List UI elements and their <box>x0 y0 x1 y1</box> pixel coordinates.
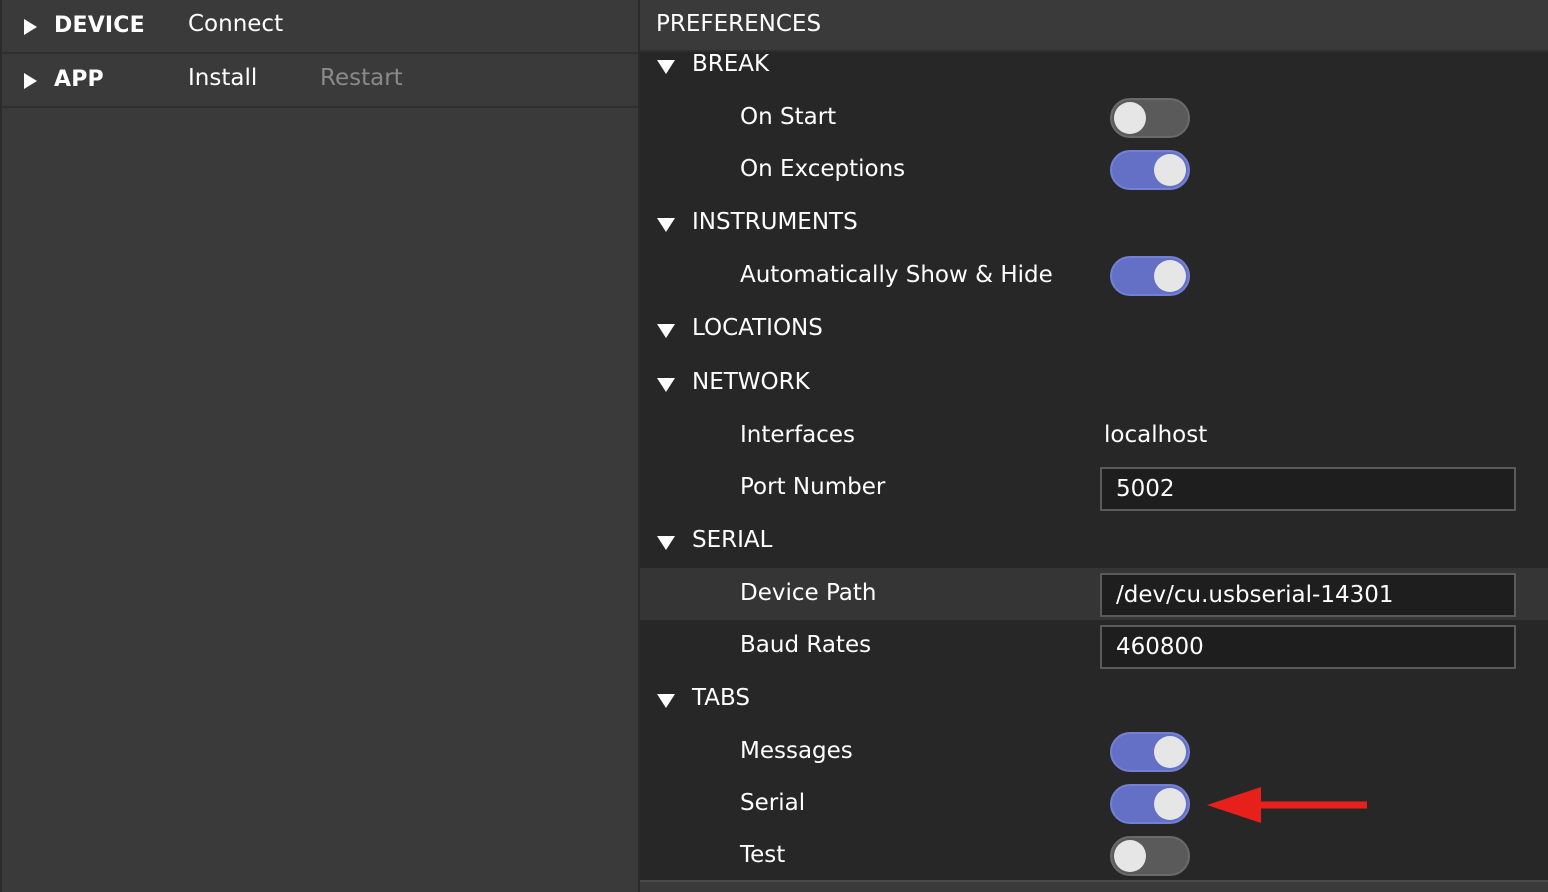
on-start-toggle[interactable] <box>1110 98 1190 138</box>
collapse-arrow-icon[interactable] <box>657 378 675 392</box>
pref-row-on-exceptions: On Exceptions <box>640 144 1548 196</box>
category-break[interactable]: BREAK <box>640 40 1548 92</box>
pref-label: Device Path <box>740 580 877 606</box>
toggle-knob <box>1154 788 1186 820</box>
toggle-knob <box>1114 840 1146 872</box>
pref-label: Port Number <box>740 474 886 500</box>
toggle-knob <box>1154 736 1186 768</box>
collapse-arrow-icon[interactable] <box>657 694 675 708</box>
baud-rates-input[interactable]: 460800 <box>1100 625 1516 669</box>
pref-row-auto-show-hide: Automatically Show & Hide <box>640 250 1548 302</box>
category-label: INSTRUMENTS <box>692 209 858 235</box>
restart-button: Restart <box>320 65 403 91</box>
connect-button[interactable]: Connect <box>188 11 283 37</box>
pref-row-test: Test <box>640 830 1548 882</box>
pref-row-interfaces: Interfaces localhost <box>640 410 1548 462</box>
category-instruments[interactable]: INSTRUMENTS <box>640 198 1548 250</box>
interfaces-value: localhost <box>1104 422 1208 448</box>
category-label: SERIAL <box>692 527 773 553</box>
collapse-arrow-icon[interactable] <box>657 536 675 550</box>
test-tab-toggle[interactable] <box>1110 836 1190 876</box>
auto-show-hide-toggle[interactable] <box>1110 256 1190 296</box>
device-section-label: DEVICE <box>54 13 145 38</box>
app-row[interactable]: APP Install Restart <box>2 54 638 108</box>
category-serial[interactable]: SERIAL <box>640 516 1548 568</box>
pref-label: On Start <box>740 104 837 130</box>
category-label: NETWORK <box>692 369 810 395</box>
category-network[interactable]: NETWORK <box>640 358 1548 410</box>
pref-label: Messages <box>740 738 853 764</box>
preferences-panel: PREFERENCES BREAK On Start On Exceptions… <box>640 0 1548 892</box>
device-row[interactable]: DEVICE Connect <box>2 0 638 54</box>
messages-tab-toggle[interactable] <box>1110 732 1190 772</box>
pref-label: On Exceptions <box>740 156 906 182</box>
device-path-input[interactable]: /dev/cu.usbserial-14301 <box>1100 573 1516 617</box>
serial-tab-toggle[interactable] <box>1110 784 1190 824</box>
expand-arrow-icon[interactable] <box>24 73 37 89</box>
category-tabs[interactable]: TABS <box>640 674 1548 726</box>
bottom-bar <box>640 880 1548 892</box>
category-locations[interactable]: LOCATIONS <box>640 304 1548 356</box>
pref-row-port-number: Port Number 5002 <box>640 462 1548 514</box>
pref-row-messages: Messages <box>640 726 1548 778</box>
port-number-input[interactable]: 5002 <box>1100 467 1516 511</box>
arrow-head <box>1207 787 1261 823</box>
toggle-knob <box>1154 154 1186 186</box>
install-button[interactable]: Install <box>188 65 257 91</box>
collapse-arrow-icon[interactable] <box>657 324 675 338</box>
pref-label: Automatically Show & Hide <box>740 262 1053 288</box>
device-panel: DEVICE Connect APP Install Restart <box>0 0 638 892</box>
pref-row-on-start: On Start <box>640 92 1548 144</box>
on-exceptions-toggle[interactable] <box>1110 150 1190 190</box>
pref-row-baud-rates: Baud Rates 460800 <box>640 620 1548 672</box>
pref-label: Serial <box>740 790 806 816</box>
category-label: TABS <box>692 685 750 711</box>
pref-label: Interfaces <box>740 422 855 448</box>
collapse-arrow-icon[interactable] <box>657 218 675 232</box>
pref-label: Baud Rates <box>740 632 872 658</box>
preferences-title: PREFERENCES <box>656 11 822 37</box>
toggle-knob <box>1114 102 1146 134</box>
app-section-label: APP <box>54 67 104 92</box>
pref-row-serial: Serial <box>640 778 1548 830</box>
red-arrow-icon <box>1207 787 1367 823</box>
category-label: BREAK <box>692 51 770 77</box>
pref-label: Test <box>740 842 786 868</box>
expand-arrow-icon[interactable] <box>24 19 37 35</box>
category-label: LOCATIONS <box>692 315 823 341</box>
collapse-arrow-icon[interactable] <box>657 60 675 74</box>
pref-row-device-path: Device Path /dev/cu.usbserial-14301 <box>640 568 1548 620</box>
toggle-knob <box>1154 260 1186 292</box>
